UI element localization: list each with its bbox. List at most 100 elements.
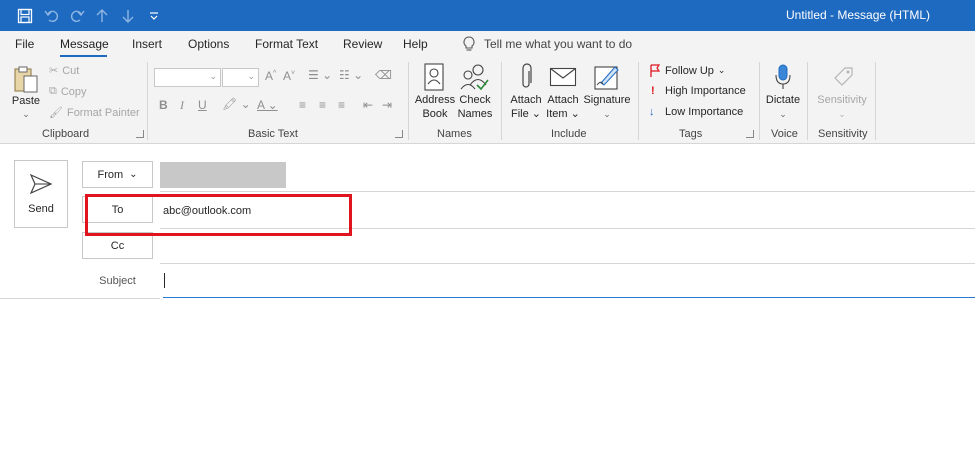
address-book-label-1[interactable]: Address bbox=[414, 93, 456, 107]
tab-options[interactable]: Options bbox=[188, 37, 229, 51]
cc-button[interactable]: Cc bbox=[82, 232, 153, 259]
from-divider bbox=[160, 191, 975, 192]
message-body[interactable] bbox=[0, 300, 975, 453]
exclamation-icon: ! bbox=[651, 85, 655, 97]
italic-button[interactable]: I bbox=[180, 98, 184, 113]
font-size-combo[interactable]: ⌄ bbox=[222, 68, 259, 87]
bold-button[interactable]: B bbox=[159, 98, 168, 112]
check-names-label-2[interactable]: Names bbox=[455, 107, 495, 121]
tell-me-search[interactable]: Tell me what you want to do bbox=[462, 36, 632, 52]
basic-text-launcher-icon[interactable] bbox=[395, 130, 403, 138]
send-icon bbox=[30, 174, 52, 194]
chevron-down-icon: ⌄ bbox=[209, 71, 217, 81]
customize-icon[interactable] bbox=[144, 6, 164, 26]
address-book-label-2[interactable]: Book bbox=[414, 107, 456, 121]
subject-label: Subject bbox=[99, 275, 136, 287]
tab-help[interactable]: Help bbox=[403, 37, 428, 51]
scissors-icon: ✂ bbox=[49, 65, 59, 77]
body-divider bbox=[0, 298, 160, 299]
copy-label: Copy bbox=[60, 85, 87, 98]
align-left-icon[interactable]: ≡ bbox=[299, 98, 306, 112]
down-arrow-icon[interactable] bbox=[118, 6, 138, 26]
subject-field[interactable] bbox=[166, 272, 966, 292]
cc-label: Cc bbox=[110, 239, 125, 252]
tab-insert[interactable]: Insert bbox=[132, 37, 162, 51]
attach-item-button[interactable]: Item ⌄ bbox=[544, 107, 582, 121]
copy-button[interactable]: ⧉ Copy bbox=[49, 85, 87, 98]
title-bar: Untitled - Message (HTML) bbox=[0, 0, 975, 31]
high-importance-button[interactable]: ! High Importance bbox=[651, 85, 746, 97]
dictate-dropdown-icon[interactable]: ⌄ bbox=[763, 107, 803, 121]
text-cursor bbox=[164, 273, 165, 288]
tab-message[interactable]: Message bbox=[60, 37, 109, 51]
increase-indent-icon[interactable]: ⇥ bbox=[382, 98, 392, 112]
from-account-value[interactable] bbox=[160, 162, 286, 188]
tab-file[interactable]: File bbox=[15, 37, 34, 51]
group-divider bbox=[638, 62, 639, 140]
up-arrow-icon[interactable] bbox=[92, 6, 112, 26]
group-divider bbox=[408, 62, 409, 140]
paste-dropdown-icon[interactable]: ⌄ bbox=[10, 107, 42, 121]
sensitivity-tag-icon[interactable] bbox=[828, 62, 858, 92]
shrink-font-icon[interactable]: A˅ bbox=[283, 69, 295, 83]
clear-formatting-icon[interactable]: ⌫ bbox=[375, 68, 392, 82]
check-names-icon[interactable] bbox=[460, 62, 490, 92]
signature-dropdown-icon[interactable]: ⌄ bbox=[583, 107, 631, 121]
format-painter-label: Format Painter bbox=[66, 106, 140, 119]
group-divider bbox=[759, 62, 760, 140]
signature-label[interactable]: Signature bbox=[583, 93, 631, 107]
numbering-icon[interactable]: ☷ ⌄ bbox=[339, 68, 363, 82]
format-painter-button[interactable]: 🖌 Format Painter bbox=[49, 106, 140, 120]
tab-format-text[interactable]: Format Text bbox=[255, 37, 318, 51]
cc-divider bbox=[160, 263, 975, 264]
group-divider bbox=[807, 62, 808, 140]
font-name-combo[interactable]: ⌄ bbox=[154, 68, 221, 87]
save-icon[interactable] bbox=[15, 6, 35, 26]
follow-up-label: Follow Up bbox=[665, 64, 714, 77]
signature-icon[interactable] bbox=[592, 62, 622, 92]
microphone-icon[interactable] bbox=[768, 62, 798, 92]
tab-review[interactable]: Review bbox=[343, 37, 382, 51]
attach-item-label-1[interactable]: Attach bbox=[544, 93, 582, 107]
redo-icon[interactable] bbox=[67, 6, 87, 26]
attach-file-button[interactable]: File ⌄ bbox=[507, 107, 545, 121]
clipboard-launcher-icon[interactable] bbox=[136, 130, 144, 138]
flag-icon bbox=[650, 64, 661, 77]
paste-icon[interactable] bbox=[11, 64, 41, 96]
chevron-down-icon: ⌄ bbox=[129, 169, 138, 180]
grow-font-icon[interactable]: A^ bbox=[265, 69, 276, 83]
dictate-label[interactable]: Dictate bbox=[763, 93, 803, 107]
follow-up-button[interactable]: Follow Up ⌄ bbox=[649, 64, 725, 77]
underline-button[interactable]: U bbox=[198, 98, 207, 112]
low-importance-label: Low Importance bbox=[665, 106, 744, 118]
font-color-icon[interactable]: A ⌄ bbox=[257, 98, 278, 112]
undo-icon[interactable] bbox=[42, 6, 62, 26]
ribbon: Paste ⌄ ✂ Cut ⧉ Copy 🖌 Format Painter Cl… bbox=[0, 58, 975, 144]
tags-launcher-icon[interactable] bbox=[746, 130, 754, 138]
group-label-names: Names bbox=[437, 128, 472, 140]
check-names-label-1[interactable]: Check bbox=[455, 93, 495, 107]
paste-button[interactable]: Paste bbox=[10, 94, 42, 108]
low-importance-button[interactable]: ↓ Low Importance bbox=[649, 106, 743, 118]
align-right-icon[interactable]: ≡ bbox=[338, 98, 345, 112]
cut-button[interactable]: ✂ Cut bbox=[49, 64, 79, 78]
sensitivity-button[interactable]: Sensitivity bbox=[814, 93, 870, 107]
paperclip-icon[interactable] bbox=[512, 62, 540, 92]
tell-me-text: Tell me what you want to do bbox=[484, 37, 633, 51]
from-button[interactable]: From ⌄ bbox=[82, 161, 153, 188]
address-book-icon[interactable] bbox=[420, 62, 448, 92]
attach-file-label-2: File bbox=[510, 108, 529, 120]
from-label: From bbox=[97, 168, 124, 181]
envelope-icon[interactable] bbox=[548, 62, 578, 92]
highlight-color-icon[interactable]: 🖍 ⌄ bbox=[222, 97, 251, 111]
bullets-icon[interactable]: ☰ ⌄ bbox=[308, 68, 332, 82]
sensitivity-dropdown-icon[interactable]: ⌄ bbox=[814, 107, 870, 121]
attach-file-label-1[interactable]: Attach bbox=[507, 93, 545, 107]
down-arrow-icon: ↓ bbox=[649, 106, 655, 118]
group-label-clipboard: Clipboard bbox=[42, 128, 90, 140]
chevron-down-icon: ⌄ bbox=[247, 71, 255, 81]
align-center-icon[interactable]: ≡ bbox=[319, 98, 326, 112]
send-button[interactable]: Send bbox=[14, 160, 68, 228]
group-label-basic-text: Basic Text bbox=[248, 128, 298, 140]
decrease-indent-icon[interactable]: ⇤ bbox=[363, 98, 373, 112]
